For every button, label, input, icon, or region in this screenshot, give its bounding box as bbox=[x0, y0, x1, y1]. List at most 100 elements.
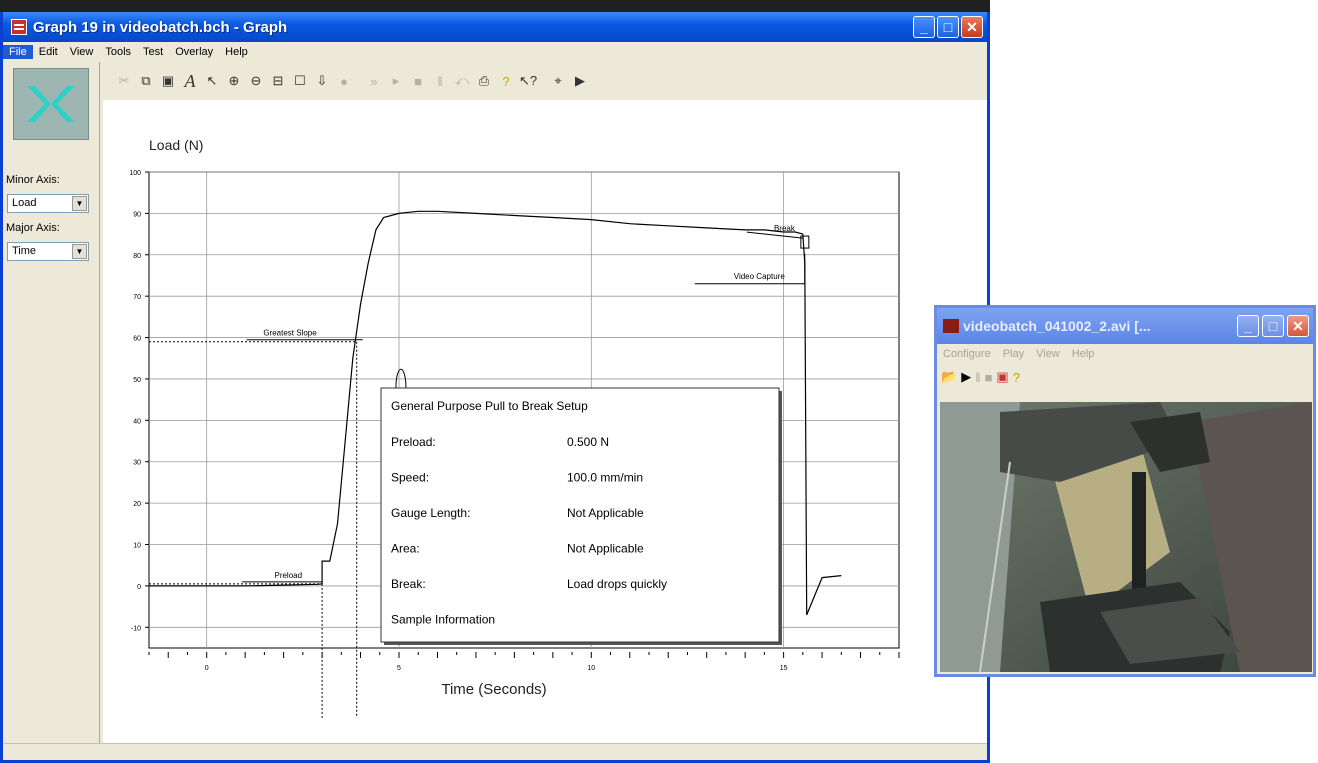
dropdown-arrow-icon[interactable]: ▼ bbox=[72, 244, 87, 259]
print-icon[interactable]: ⎙ bbox=[473, 70, 495, 92]
x-tick-label: 15 bbox=[780, 665, 788, 672]
x-tick-label: 0 bbox=[205, 665, 209, 672]
top-strip bbox=[0, 0, 990, 12]
cut-icon[interactable]: ✂ bbox=[113, 70, 135, 92]
axis-sidebar: Minor Axis: Load ▼ Major Axis: Time ▼ bbox=[3, 62, 100, 757]
snapshot-icon[interactable]: ▣ bbox=[996, 369, 1008, 385]
return-icon[interactable]: ⤺ bbox=[451, 70, 473, 92]
info-row-value: Load drops quickly bbox=[567, 577, 667, 591]
pause-icon[interactable]: ‖ bbox=[429, 70, 451, 92]
info-box-title: General Purpose Pull to Break Setup bbox=[391, 399, 588, 413]
video-menu-help[interactable]: Help bbox=[1066, 348, 1101, 360]
preload-label: Preload bbox=[274, 571, 302, 580]
info-row-value: Not Applicable bbox=[567, 542, 644, 556]
info-row-label: Break: bbox=[391, 577, 426, 591]
video-window: videobatch_041002_2.avi [... _ □ ✕ Confi… bbox=[934, 305, 1316, 677]
major-axis-select[interactable]: Time ▼ bbox=[7, 242, 89, 261]
x-tick-label: 5 bbox=[397, 665, 401, 672]
app-logo bbox=[13, 68, 89, 140]
record-icon[interactable]: ● bbox=[333, 70, 355, 92]
minimize-button[interactable]: _ bbox=[913, 16, 935, 38]
slope-label: Greatest Slope bbox=[263, 329, 317, 338]
video-frame bbox=[940, 402, 1312, 672]
y-tick-label: 20 bbox=[133, 501, 141, 508]
break-label: Break bbox=[774, 224, 796, 233]
stop-icon[interactable]: ■ bbox=[407, 70, 429, 92]
menu-edit[interactable]: Edit bbox=[33, 45, 64, 59]
y-tick-label: 90 bbox=[133, 211, 141, 218]
menu-overlay[interactable]: Overlay bbox=[169, 45, 219, 59]
title-bar[interactable]: Graph 19 in videobatch.bch - Graph _ □ ✕ bbox=[3, 12, 987, 42]
video-maximize-button[interactable]: □ bbox=[1262, 315, 1284, 337]
y-tick-label: 40 bbox=[133, 418, 141, 425]
marker-icon[interactable]: ⇩ bbox=[311, 70, 333, 92]
y-tick-label: 80 bbox=[133, 253, 141, 260]
fast-forward-icon[interactable]: » bbox=[363, 70, 385, 92]
plot-area: -10 0 10 20 30 40 50 60 70 80 90 100 0 5 10 15 Load (N) T… bbox=[103, 100, 987, 750]
menu-help[interactable]: Help bbox=[219, 45, 254, 59]
play-box-icon[interactable]: ▶ bbox=[569, 70, 591, 92]
video-window-title: videobatch_041002_2.avi [... bbox=[963, 318, 1151, 334]
context-help-icon[interactable]: ↖? bbox=[517, 70, 539, 92]
video-capture-label: Video Capture bbox=[734, 272, 786, 281]
menu-view[interactable]: View bbox=[64, 45, 100, 59]
video-menu-configure[interactable]: Configure bbox=[937, 348, 997, 360]
minor-axis-label: Minor Axis: bbox=[6, 174, 60, 186]
zoom-in-icon[interactable]: ⊕ bbox=[223, 70, 245, 92]
info-row-value: Not Applicable bbox=[567, 506, 644, 520]
stop-icon[interactable]: ■ bbox=[985, 370, 993, 385]
info-row-label: Preload: bbox=[391, 435, 436, 449]
major-axis-label: Major Axis: bbox=[6, 222, 60, 234]
open-folder-icon[interactable]: 📂 bbox=[941, 369, 957, 385]
minor-axis-value: Load bbox=[12, 197, 37, 209]
major-axis-value: Time bbox=[12, 245, 37, 257]
y-tick-label: 100 bbox=[129, 170, 141, 177]
video-toolbar: 📂 ▶ ‖ ■ ▣ ? bbox=[941, 366, 1020, 388]
graph-window: Graph 19 in videobatch.bch - Graph _ □ ✕… bbox=[0, 12, 990, 763]
info-row-value: 100.0 mm/min bbox=[567, 471, 643, 485]
y-tick-label: 30 bbox=[133, 460, 141, 467]
video-menu-bar: Configure Play View Help bbox=[937, 344, 1100, 364]
pause-icon[interactable]: ‖ bbox=[975, 370, 980, 385]
info-row-label: Gauge Length: bbox=[391, 506, 470, 520]
play-icon[interactable]: ▶ bbox=[961, 369, 971, 385]
y-tick-label: 50 bbox=[133, 377, 141, 384]
x-axis-label: Time (Seconds) bbox=[441, 681, 546, 698]
window-title: Graph 19 in videobatch.bch - Graph bbox=[33, 18, 288, 36]
clip-icon[interactable]: ⌖ bbox=[547, 70, 569, 92]
dropdown-arrow-icon[interactable]: ▼ bbox=[72, 196, 87, 211]
video-minimize-button[interactable]: _ bbox=[1237, 315, 1259, 337]
y-tick-label: 0 bbox=[137, 584, 141, 591]
help-icon[interactable]: ? bbox=[1013, 370, 1020, 385]
x-tick-label: 10 bbox=[587, 665, 595, 672]
text-tool-icon[interactable]: A bbox=[179, 70, 201, 92]
info-row-label: Sample Information bbox=[391, 613, 495, 627]
graph-app-icon bbox=[11, 19, 27, 35]
toolbar: ✂ ⧉ ▣ A ↖ ⊕ ⊖ ⊟ ☐ ⇩ ● » ▸ ■ ‖ ⤺ ⎙ ? ↖? ⌖… bbox=[113, 68, 993, 94]
fit-icon[interactable]: ⊟ bbox=[267, 70, 289, 92]
paste-icon[interactable]: ▣ bbox=[157, 70, 179, 92]
info-row-label: Area: bbox=[391, 542, 420, 556]
y-tick-label: -10 bbox=[131, 625, 141, 632]
status-bar bbox=[3, 743, 987, 760]
frame-icon[interactable]: ☐ bbox=[289, 70, 311, 92]
video-menu-view[interactable]: View bbox=[1030, 348, 1066, 360]
play-icon[interactable]: ▸ bbox=[385, 70, 407, 92]
pointer-icon[interactable]: ↖ bbox=[201, 70, 223, 92]
copy-icon[interactable]: ⧉ bbox=[135, 70, 157, 92]
load-time-chart: -10 0 10 20 30 40 50 60 70 80 90 100 0 5 10 15 Load (N) T… bbox=[129, 137, 900, 718]
menu-file[interactable]: File bbox=[3, 45, 33, 59]
zoom-out-icon[interactable]: ⊖ bbox=[245, 70, 267, 92]
menu-tools[interactable]: Tools bbox=[99, 45, 137, 59]
video-close-button[interactable]: ✕ bbox=[1287, 315, 1309, 337]
minor-axis-select[interactable]: Load ▼ bbox=[7, 194, 89, 213]
help-icon[interactable]: ? bbox=[495, 70, 517, 92]
y-tick-label: 10 bbox=[133, 543, 141, 550]
y-axis-label: Load (N) bbox=[149, 137, 203, 153]
info-row-label: Speed: bbox=[391, 471, 429, 485]
maximize-button[interactable]: □ bbox=[937, 16, 959, 38]
video-menu-play[interactable]: Play bbox=[997, 348, 1030, 360]
close-button[interactable]: ✕ bbox=[961, 16, 983, 38]
menu-test[interactable]: Test bbox=[137, 45, 169, 59]
video-title-bar[interactable]: videobatch_041002_2.avi [... _ □ ✕ bbox=[937, 308, 1313, 344]
